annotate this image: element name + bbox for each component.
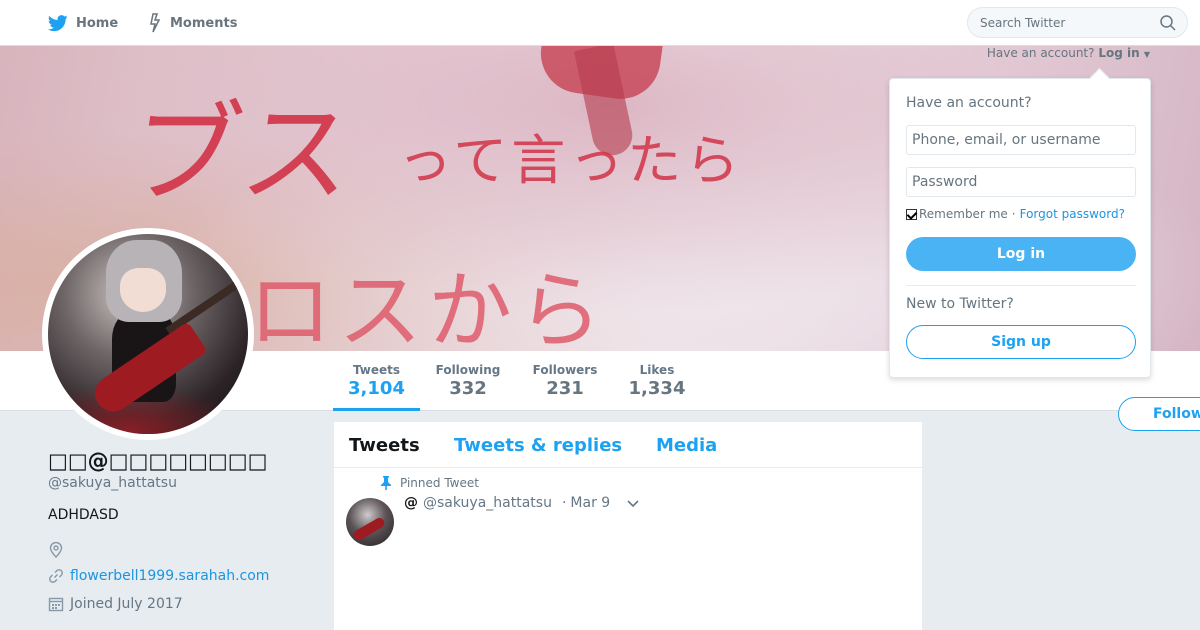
stat-label: Likes [639, 363, 675, 377]
stat-value: 1,334 [628, 378, 686, 399]
profile-joined: Joined July 2017 [48, 594, 183, 614]
have-account-text: Have an account? [986, 46, 1095, 60]
tweet-fullname[interactable]: @ [404, 495, 418, 511]
follow-button[interactable]: Follow [1118, 397, 1200, 431]
pinned-text: Pinned Tweet [400, 476, 479, 490]
stat-label: Tweets [352, 363, 401, 377]
caret-down-icon: ▼ [1143, 50, 1150, 59]
avatar-shape [351, 516, 387, 542]
have-account-prompt: Have an account? Log in ▼ [987, 46, 1150, 62]
forgot-password-link[interactable]: Forgot password? [1020, 207, 1125, 221]
stat-value: 231 [546, 378, 584, 399]
new-to-twitter-text: New to Twitter? [906, 296, 1014, 312]
signup-button[interactable]: Sign up [906, 325, 1136, 359]
password-input[interactable] [906, 167, 1136, 197]
login-dropdown-title: Have an account? [906, 95, 1032, 111]
profile-name[interactable]: □□@□□□□□□□□ [48, 449, 267, 473]
search-input[interactable] [968, 8, 1153, 37]
login-dropdown: Have an account? Remember me · Forgot pa… [889, 78, 1151, 378]
nav-moments[interactable]: Moments [148, 12, 237, 34]
stat-value: 3,104 [348, 378, 405, 399]
profile-location [48, 540, 70, 560]
stat-likes[interactable]: Likes 1,334 [622, 351, 692, 411]
profile-handle[interactable]: @sakuya_hattatsu [48, 475, 177, 491]
avatar-image [48, 234, 248, 434]
calendar-icon [48, 597, 64, 612]
stat-value: 332 [449, 378, 487, 399]
remember-me-row: Remember me · Forgot password? [906, 207, 1125, 221]
pinned-tweet-label: Pinned Tweet [380, 476, 479, 490]
login-dropdown-toggle[interactable]: Log in ▼ [1098, 46, 1150, 60]
nav-moments-label: Moments [170, 15, 238, 31]
separator-dot: · [1011, 207, 1016, 221]
search-icon[interactable] [1160, 15, 1176, 31]
top-navigation-bar: Home Moments [0, 0, 1200, 46]
banner-text: ブス [121, 90, 364, 218]
banner-text: ロスから [248, 262, 609, 351]
lightning-icon [150, 13, 161, 33]
profile-bio: ADHDASD [48, 507, 119, 523]
timeline-tabs: Tweets Tweets & replies Media [334, 422, 922, 468]
stat-followers[interactable]: Followers 231 [527, 351, 603, 411]
tab-tweets[interactable]: Tweets [349, 435, 420, 456]
timeline: Tweets Tweets & replies Media Pinned Twe… [334, 422, 922, 630]
profile-url-link[interactable]: flowerbell1999.sarahah.com [70, 568, 269, 584]
tab-media[interactable]: Media [656, 435, 717, 456]
stat-label: Followers [532, 363, 598, 377]
joined-text: Joined July 2017 [70, 596, 183, 612]
twitter-bird-icon [48, 14, 68, 31]
profile-url: flowerbell1999.sarahah.com [48, 566, 269, 586]
stat-tweets[interactable]: Tweets 3,104 [333, 351, 420, 411]
remember-me-checkbox[interactable] [906, 208, 917, 220]
link-icon [49, 569, 63, 583]
tweet-handle[interactable]: @sakuya_hattatsu [423, 495, 552, 511]
tweet-header: @ @sakuya_hattatsu · Mar 9 [404, 495, 610, 511]
tweet-date[interactable]: Mar 9 [570, 495, 610, 511]
divider [906, 285, 1136, 286]
pin-icon [381, 476, 391, 490]
login-button[interactable]: Log in [906, 237, 1136, 271]
banner-text: って言ったら [398, 129, 744, 192]
avatar-shape [120, 268, 166, 312]
remember-me-label[interactable]: Remember me [919, 207, 1008, 221]
nav-home-label: Home [76, 15, 119, 31]
username-input[interactable] [906, 125, 1136, 155]
tab-tweets-replies[interactable]: Tweets & replies [454, 435, 622, 456]
tweet-dot-separator: · [561, 495, 567, 511]
location-pin-icon [49, 542, 63, 558]
profile-avatar[interactable] [42, 228, 254, 440]
tweet-avatar[interactable] [346, 498, 394, 546]
stat-following[interactable]: Following 332 [430, 351, 506, 411]
search-box [967, 7, 1188, 38]
chevron-down-icon[interactable] [626, 499, 640, 509]
stat-label: Following [435, 363, 501, 377]
nav-home[interactable]: Home [48, 12, 118, 34]
